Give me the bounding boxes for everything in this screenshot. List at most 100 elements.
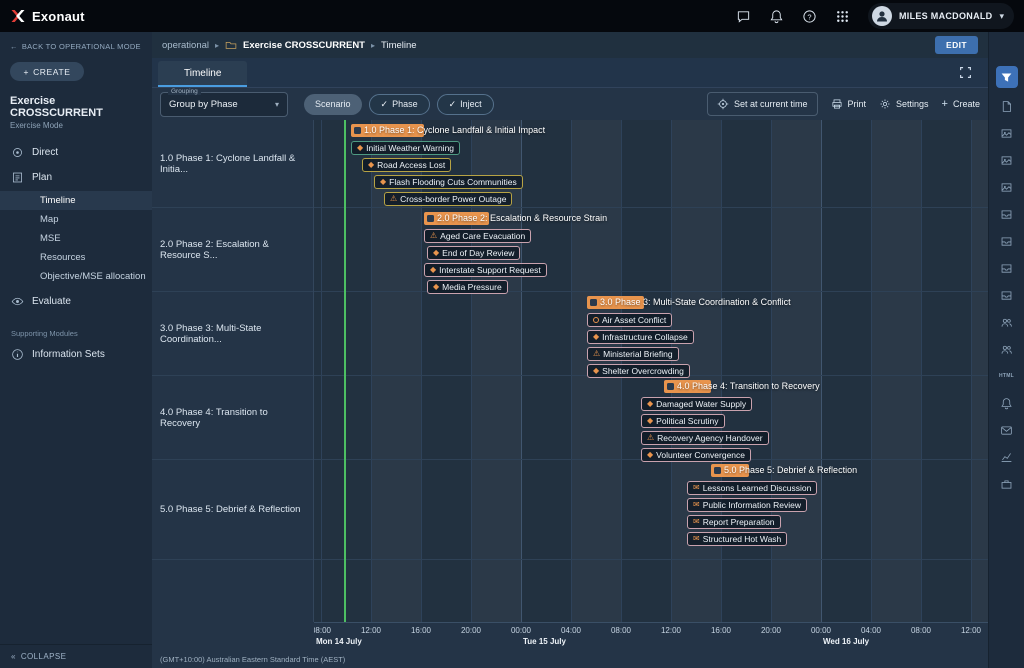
exercise-folder-icon [225,39,237,51]
plan-sub-items: Timeline Map MSE Resources Objective/MSE… [0,190,152,289]
set-at-current-time-button[interactable]: Set at current time [707,92,818,116]
sidebar-item-plan[interactable]: Plan [0,165,152,190]
inject-label: Cross-border Power Outage [400,194,506,204]
sidebar-nav: Direct Plan Timeline Map MSE Resources O… [0,140,152,367]
create-inject-button[interactable]: + Create [942,99,980,110]
inject-label: Road Access Lost [377,160,445,170]
file-icon[interactable] [996,97,1018,115]
sidebar-item-direct[interactable]: Direct [0,140,152,165]
inject-item[interactable]: ⚠Cross-border Power Outage [384,192,512,206]
warning-icon: ⚠ [390,195,397,203]
sidebar-item-objective-mse-allocation[interactable]: Objective/MSE allocation [0,267,152,286]
filter-icon[interactable] [996,66,1018,88]
timezone-note: (GMT+10:00) Australian Eastern Standard … [152,650,988,668]
breadcrumb: operational ▸ Exercise CROSSCURRENT ▸ Ti… [152,32,988,58]
sidebar-item-timeline[interactable]: Timeline [0,191,152,210]
mail-icon: ✉ [693,501,700,509]
direct-target-icon [11,146,24,159]
inject-item[interactable]: ◆Interstate Support Request [424,263,547,277]
right-tool-rail: HTML [988,32,1024,668]
html-icon[interactable]: HTML [996,367,1018,385]
inject-item[interactable]: ⚠Ministerial Briefing [587,347,679,361]
breadcrumb-exercise[interactable]: Exercise CROSSCURRENT [243,40,365,51]
diamond-icon: ◆ [433,283,439,291]
apps-grid-icon[interactable] [835,9,850,24]
time-tick-label: 08:00 [911,626,931,635]
inject-item[interactable]: ◆End of Day Review [427,246,520,260]
inject-item[interactable]: ⚠Aged Care Evacuation [424,229,531,243]
help-icon[interactable]: ? [802,9,817,24]
inject-label: Flash Flooding Cuts Communities [389,177,517,187]
chip-phase[interactable]: ✓ Phase [369,94,430,115]
time-tick-label: 00:00 [511,626,531,635]
phase-label: 3.0 Phase 3: Multi-State Coordination & … [600,296,791,309]
settings-button[interactable]: Settings [879,98,929,110]
create-button[interactable]: + CREATE [10,62,84,81]
diamond-icon: ◆ [647,451,653,459]
briefcase-icon[interactable] [996,475,1018,493]
inject-item[interactable]: Air Asset Conflict [587,313,672,327]
chart-icon[interactable] [996,448,1018,466]
inject-item[interactable]: ✉Lessons Learned Discussion [687,481,817,495]
back-to-operational-link[interactable]: ← BACK TO OPERATIONAL MODE [0,32,152,51]
bell-icon[interactable] [769,9,784,24]
inject-item[interactable]: ◆Flash Flooding Cuts Communities [374,175,523,189]
inject-label: Infrastructure Collapse [602,332,688,342]
phase-group-text: 1.0 Phase 1: Cyclone Landfall & Initia..… [160,153,305,175]
sidebar-item-label: Evaluate [32,296,71,307]
inject-item[interactable]: ◆Initial Weather Warning [351,141,460,155]
users-icon-2[interactable] [996,340,1018,358]
image-panel-icon-1[interactable] [996,124,1018,142]
user-menu[interactable]: MILES MACDONALD ▾ [868,3,1014,29]
archive-icon-1[interactable] [996,205,1018,223]
brand[interactable]: Exonaut [10,8,85,24]
sidebar-item-information-sets[interactable]: Information Sets [0,342,152,367]
chat-icon[interactable] [736,9,751,24]
phase-group-text: 4.0 Phase 4: Transition to Recovery [160,407,305,429]
phase-icon [354,127,361,134]
time-tick-label: 12:00 [361,626,381,635]
inject-item[interactable]: ✉Structured Hot Wash [687,532,787,546]
archive-icon-3[interactable] [996,259,1018,277]
inject-item[interactable]: ✉Public Information Review [687,498,807,512]
fullscreen-icon[interactable] [959,66,972,79]
breadcrumb-page: Timeline [381,40,417,51]
print-button[interactable]: Print [831,98,867,110]
warning-icon: ⚠ [593,350,600,358]
plus-icon: + [23,67,29,77]
inject-label: Air Asset Conflict [602,315,666,325]
breadcrumb-separator-icon: ▸ [371,41,375,50]
button-label: Print [848,99,867,109]
timeline-toolbar: Grouping Group by Phase ▾ Scenario ✓ Pha… [152,88,988,120]
sidebar-item-resources[interactable]: Resources [0,248,152,267]
archive-icon-2[interactable] [996,232,1018,250]
inject-item[interactable]: ✉Report Preparation [687,515,781,529]
inject-item[interactable]: ◆Road Access Lost [362,158,451,172]
inject-item[interactable]: ◆Infrastructure Collapse [587,330,694,344]
breadcrumb-root[interactable]: operational [162,40,209,51]
inject-item[interactable]: ◆Damaged Water Supply [641,397,752,411]
chip-scenario[interactable]: Scenario [304,94,362,115]
sidebar-item-mse[interactable]: MSE [0,229,152,248]
bell-icon[interactable] [996,394,1018,412]
sidebar-item-evaluate[interactable]: Evaluate [0,289,152,314]
phase-group-label: 5.0 Phase 5: Debrief & Reflection [152,460,313,560]
brand-name: Exonaut [32,9,85,24]
users-icon-1[interactable] [996,313,1018,331]
grouping-select[interactable]: Grouping Group by Phase ▾ [160,92,288,117]
image-panel-icon-3[interactable] [996,178,1018,196]
mail-icon[interactable] [996,421,1018,439]
chip-inject[interactable]: ✓ Inject [437,94,494,115]
timeline-row: 2.0 Phase 2: Escalation & Resource Strai… [314,208,988,292]
diamond-icon: ◆ [380,178,386,186]
image-panel-icon-2[interactable] [996,151,1018,169]
collapse-sidebar-button[interactable]: « COLLAPSE [0,644,152,668]
archive-icon-4[interactable] [996,286,1018,304]
edit-button[interactable]: EDIT [935,36,978,54]
sidebar-item-map[interactable]: Map [0,210,152,229]
inject-item[interactable]: ◆Political Scrutiny [641,414,725,428]
day-label: Wed 16 July [823,637,869,646]
tab-timeline[interactable]: Timeline [158,61,247,87]
inject-item[interactable]: ⚠Recovery Agency Handover [641,431,769,445]
plus-icon: + [942,99,948,110]
